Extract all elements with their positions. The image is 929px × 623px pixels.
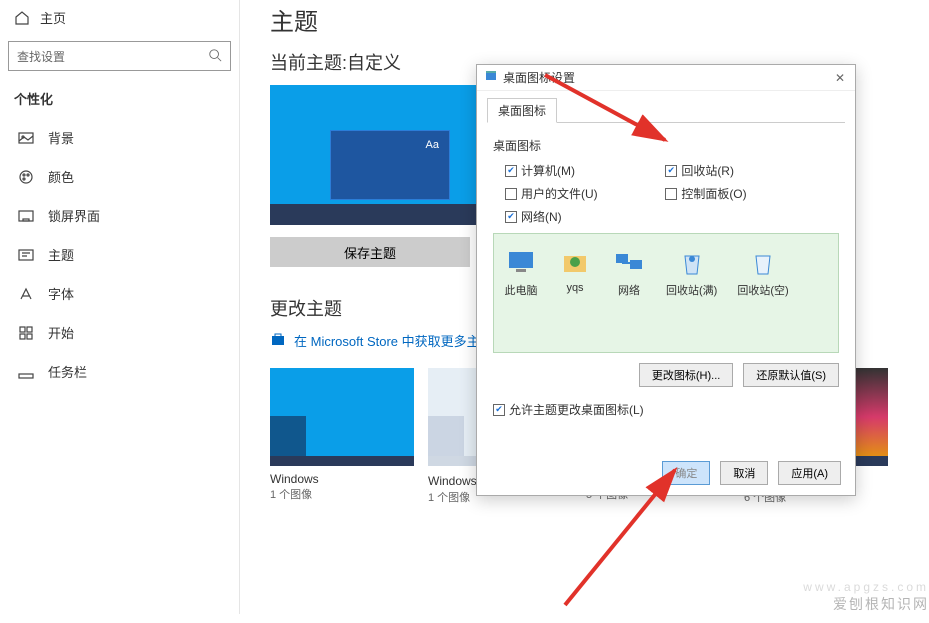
checkbox-grid: ✔计算机(M) ✔回收站(R) 用户的文件(U) 控制面板(O) ✔网络(N) — [493, 162, 839, 225]
card-title: Windows — [270, 472, 414, 486]
check-recycle[interactable]: ✔回收站(R) — [665, 162, 825, 179]
store-icon — [270, 331, 286, 350]
desktop-icon-settings-dialog: 桌面图标设置 ✕ 桌面图标 桌面图标 ✔计算机(M) ✔回收站(R) 用户的文件… — [476, 64, 856, 496]
close-icon[interactable]: ✕ — [833, 71, 847, 85]
search-placeholder: 查找设置 — [17, 48, 65, 65]
search-input[interactable]: 查找设置 — [8, 41, 231, 71]
aa-sample: Aa — [426, 139, 439, 151]
apply-button[interactable]: 应用(A) — [778, 461, 841, 485]
cancel-button[interactable]: 取消 — [720, 461, 768, 485]
theme-preview: Aa — [270, 85, 480, 225]
picture-icon — [18, 130, 34, 146]
change-icon-button[interactable]: 更改图标(H)... — [639, 363, 733, 387]
allow-themes-checkbox[interactable]: ✔允许主题更改桌面图标(L) — [493, 401, 839, 418]
icon-recycle-empty[interactable]: 回收站(空) — [737, 248, 788, 298]
nav-label: 任务栏 — [48, 362, 87, 381]
nav-label: 锁屏界面 — [48, 206, 100, 225]
section-title: 个性化 — [0, 85, 239, 118]
font-icon — [18, 286, 34, 302]
lock-icon — [18, 208, 34, 224]
home-label: 主页 — [40, 8, 66, 27]
check-network[interactable]: ✔网络(N) — [505, 208, 665, 225]
icon-preview-panel: 此电脑 yqs 网络 回收站(满) 回收站(空) — [493, 233, 839, 353]
card-sub: 1 个图像 — [270, 486, 414, 502]
home-icon — [14, 10, 30, 26]
sidebar-item-lockscreen[interactable]: 锁屏界面 — [0, 196, 239, 235]
search-icon — [208, 48, 222, 65]
check-controlpanel[interactable]: 控制面板(O) — [665, 185, 825, 202]
sidebar-item-taskbar[interactable]: 任务栏 — [0, 352, 239, 391]
dialog-icon — [485, 70, 497, 85]
brush-icon — [18, 247, 34, 263]
sidebar-item-start[interactable]: 开始 — [0, 313, 239, 352]
sidebar-item-background[interactable]: 背景 — [0, 118, 239, 157]
taskbar-icon — [18, 364, 34, 380]
watermark: www.apgzs.com 爱刨根知识网 — [803, 580, 929, 614]
check-userfiles[interactable]: 用户的文件(U) — [505, 185, 665, 202]
dialog-titlebar: 桌面图标设置 ✕ — [477, 65, 855, 91]
palette-icon — [18, 169, 34, 185]
check-computer[interactable]: ✔计算机(M) — [505, 162, 665, 179]
settings-sidebar: 主页 查找设置 个性化 背景 颜色 锁屏界面 主题 字体 开始 任务栏 — [0, 0, 240, 614]
page-title: 主题 — [270, 2, 919, 37]
dialog-title: 桌面图标设置 — [503, 69, 575, 86]
nav-label: 主题 — [48, 245, 74, 264]
dialog-tabs: 桌面图标 — [477, 91, 855, 122]
icon-network[interactable]: 网络 — [612, 248, 646, 298]
restore-defaults-button[interactable]: 还原默认值(S) — [743, 363, 839, 387]
nav-label: 开始 — [48, 323, 74, 342]
sidebar-item-themes[interactable]: 主题 — [0, 235, 239, 274]
nav-label: 字体 — [48, 284, 74, 303]
group-label: 桌面图标 — [493, 137, 839, 154]
home-link[interactable]: 主页 — [0, 0, 239, 35]
tab-desktop-icons[interactable]: 桌面图标 — [487, 98, 557, 123]
icon-user[interactable]: yqs — [558, 248, 592, 294]
store-link-text: 在 Microsoft Store 中获取更多主题 — [294, 331, 493, 350]
save-theme-button[interactable]: 保存主题 — [270, 237, 470, 267]
sidebar-item-fonts[interactable]: 字体 — [0, 274, 239, 313]
nav-label: 颜色 — [48, 167, 74, 186]
grid-icon — [18, 325, 34, 341]
nav-label: 背景 — [48, 128, 74, 147]
icon-this-pc[interactable]: 此电脑 — [504, 248, 538, 298]
sidebar-item-colors[interactable]: 颜色 — [0, 157, 239, 196]
icon-recycle-full[interactable]: 回收站(满) — [666, 248, 717, 298]
theme-card-windows[interactable]: Windows 1 个图像 — [270, 368, 414, 505]
ok-button[interactable]: 确定 — [662, 461, 710, 485]
